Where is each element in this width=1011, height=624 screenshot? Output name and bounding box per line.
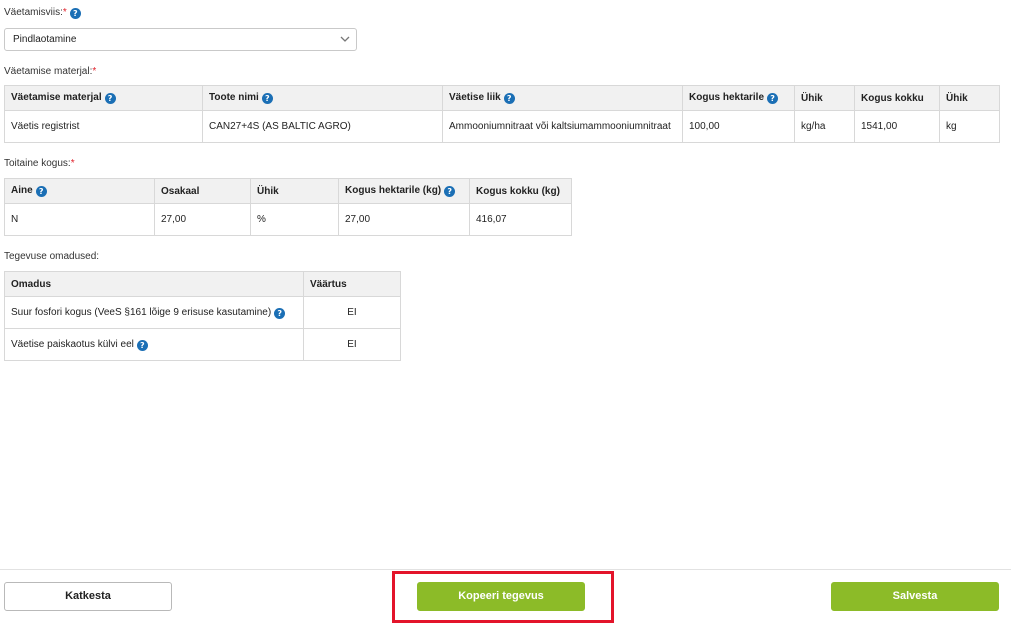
column-header: Toote nimi? bbox=[202, 85, 443, 111]
help-icon[interactable]: ? bbox=[261, 93, 273, 104]
help-icon[interactable]: ? bbox=[274, 307, 286, 319]
amount-total-cell: 1541,00 bbox=[854, 110, 940, 143]
nutrients-label: Toitaine kogus:* bbox=[4, 158, 75, 169]
properties-label: Tegevuse omadused: bbox=[4, 251, 100, 262]
table-header-row: Aine? Osakaal Ühik Kogus hektarile (kg)?… bbox=[4, 178, 572, 204]
material-source-cell: Väetis registrist bbox=[4, 110, 203, 143]
column-header: Osakaal bbox=[154, 178, 251, 204]
help-icon[interactable]: ? bbox=[503, 93, 515, 104]
help-icon[interactable]: ? bbox=[444, 186, 456, 197]
copy-activity-button[interactable]: Kopeeri tegevus bbox=[417, 582, 585, 611]
column-header: Kogus kokku bbox=[854, 85, 940, 111]
unit-cell: kg/ha bbox=[794, 110, 855, 143]
method-label: Väetamisviis:*? bbox=[4, 7, 81, 19]
unit-cell: % bbox=[250, 203, 339, 236]
table-row[interactable]: Väetise paiskaotus külvi eel? EI bbox=[4, 328, 401, 361]
save-button[interactable]: Salvesta bbox=[831, 582, 999, 611]
column-header: Väetamise materjal? bbox=[4, 85, 203, 111]
amount-total-cell: 416,07 bbox=[469, 203, 572, 236]
column-header: Kogus hektarile (kg)? bbox=[338, 178, 470, 204]
property-name-cell: Suur fosfori kogus (VeeS §161 lõige 9 er… bbox=[4, 296, 304, 329]
table-row[interactable]: Väetis registrist CAN27+4S (AS BALTIC AG… bbox=[4, 110, 1000, 143]
properties-table: Omadus Väärtus Suur fosfori kogus (VeeS … bbox=[4, 271, 401, 361]
amount-per-ha-cell: 100,00 bbox=[682, 110, 795, 143]
material-label: Väetamise materjal:* bbox=[4, 66, 97, 77]
required-mark: * bbox=[62, 7, 67, 18]
help-icon[interactable]: ? bbox=[35, 186, 47, 197]
column-header: Väetise liik? bbox=[442, 85, 683, 111]
footer-divider bbox=[0, 569, 1011, 570]
help-icon[interactable]: ? bbox=[104, 93, 116, 104]
property-name-cell: Väetise paiskaotus külvi eel? bbox=[4, 328, 304, 361]
unit-cell: kg bbox=[939, 110, 1000, 143]
help-icon[interactable]: ? bbox=[767, 93, 779, 104]
column-header: Ühik bbox=[794, 85, 855, 111]
required-mark: * bbox=[70, 158, 75, 169]
column-header: Omadus bbox=[4, 271, 304, 297]
chevron-down-icon bbox=[340, 36, 350, 42]
column-header: Ühik bbox=[250, 178, 339, 204]
material-table: Väetamise materjal? Toote nimi? Väetise … bbox=[4, 85, 1000, 143]
column-header: Aine? bbox=[4, 178, 155, 204]
help-icon[interactable]: ? bbox=[69, 8, 81, 19]
column-header: Väärtus bbox=[303, 271, 401, 297]
table-header-row: Omadus Väärtus bbox=[4, 271, 401, 297]
column-header: Kogus hektarile? bbox=[682, 85, 795, 111]
required-mark: * bbox=[92, 66, 97, 77]
substance-cell: N bbox=[4, 203, 155, 236]
product-name-cell: CAN27+4S (AS BALTIC AGRO) bbox=[202, 110, 443, 143]
property-value-cell: EI bbox=[303, 296, 401, 329]
fertilizer-type-cell: Ammooniumnitraat või kaltsiumammooniumni… bbox=[442, 110, 683, 143]
method-select-value: Pindlaotamine bbox=[13, 34, 77, 45]
column-header: Ühik bbox=[939, 85, 1000, 111]
table-row[interactable]: N 27,00 % 27,00 416,07 bbox=[4, 203, 572, 236]
amount-per-ha-cell: 27,00 bbox=[338, 203, 470, 236]
nutrient-table: Aine? Osakaal Ühik Kogus hektarile (kg)?… bbox=[4, 178, 572, 236]
property-value-cell: EI bbox=[303, 328, 401, 361]
table-row[interactable]: Suur fosfori kogus (VeeS §161 lõige 9 er… bbox=[4, 296, 401, 329]
help-icon[interactable]: ? bbox=[136, 339, 148, 351]
share-cell: 27,00 bbox=[154, 203, 251, 236]
method-select[interactable]: Pindlaotamine bbox=[4, 28, 357, 51]
column-header: Kogus kokku (kg) bbox=[469, 178, 572, 204]
cancel-button[interactable]: Katkesta bbox=[4, 582, 172, 611]
table-header-row: Väetamise materjal? Toote nimi? Väetise … bbox=[4, 85, 1000, 111]
